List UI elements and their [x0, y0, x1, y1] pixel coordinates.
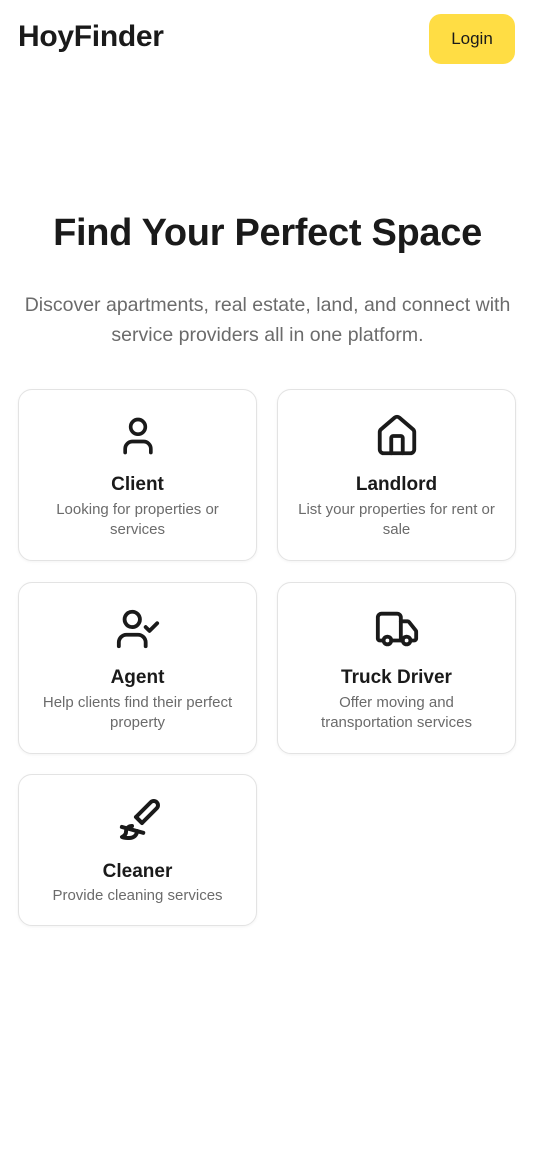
hero-title: Find Your Perfect Space	[53, 212, 482, 254]
home-icon	[278, 412, 515, 460]
role-card-title: Cleaner	[102, 861, 173, 882]
role-card-description: Help clients find their perfect property	[42, 694, 233, 731]
header: HoyFinder Login	[0, 0, 535, 78]
role-card-description: Looking for properties or services	[56, 501, 219, 538]
role-card-truck-driver[interactable]: Truck Driver Offer moving and transporta…	[277, 582, 516, 754]
role-card-title: Truck Driver	[341, 667, 452, 688]
role-card-cleaner[interactable]: Cleaner Provide cleaning services	[18, 774, 257, 926]
role-card-title: Agent	[110, 667, 165, 688]
hero-subtitle: Discover apartments, real estate, land, …	[24, 294, 511, 346]
role-card-description: Provide cleaning services	[52, 887, 223, 904]
role-card-description: Offer moving and transportation services	[321, 694, 472, 731]
role-card-title: Landlord	[355, 474, 438, 495]
role-card-client[interactable]: Client Looking for properties or service…	[18, 389, 257, 561]
user-icon	[19, 412, 256, 460]
login-button[interactable]: Login	[429, 14, 515, 64]
paintbrush-icon	[19, 797, 256, 845]
role-card-title: Client	[111, 474, 164, 495]
user-check-icon	[19, 605, 256, 653]
app-logo[interactable]: HoyFinder	[18, 20, 164, 54]
truck-icon	[278, 605, 515, 653]
role-card-landlord[interactable]: Landlord List your properties for rent o…	[277, 389, 516, 561]
role-card-agent[interactable]: Agent Help clients find their perfect pr…	[18, 582, 257, 754]
role-card-description: List your properties for rent or sale	[298, 501, 495, 538]
